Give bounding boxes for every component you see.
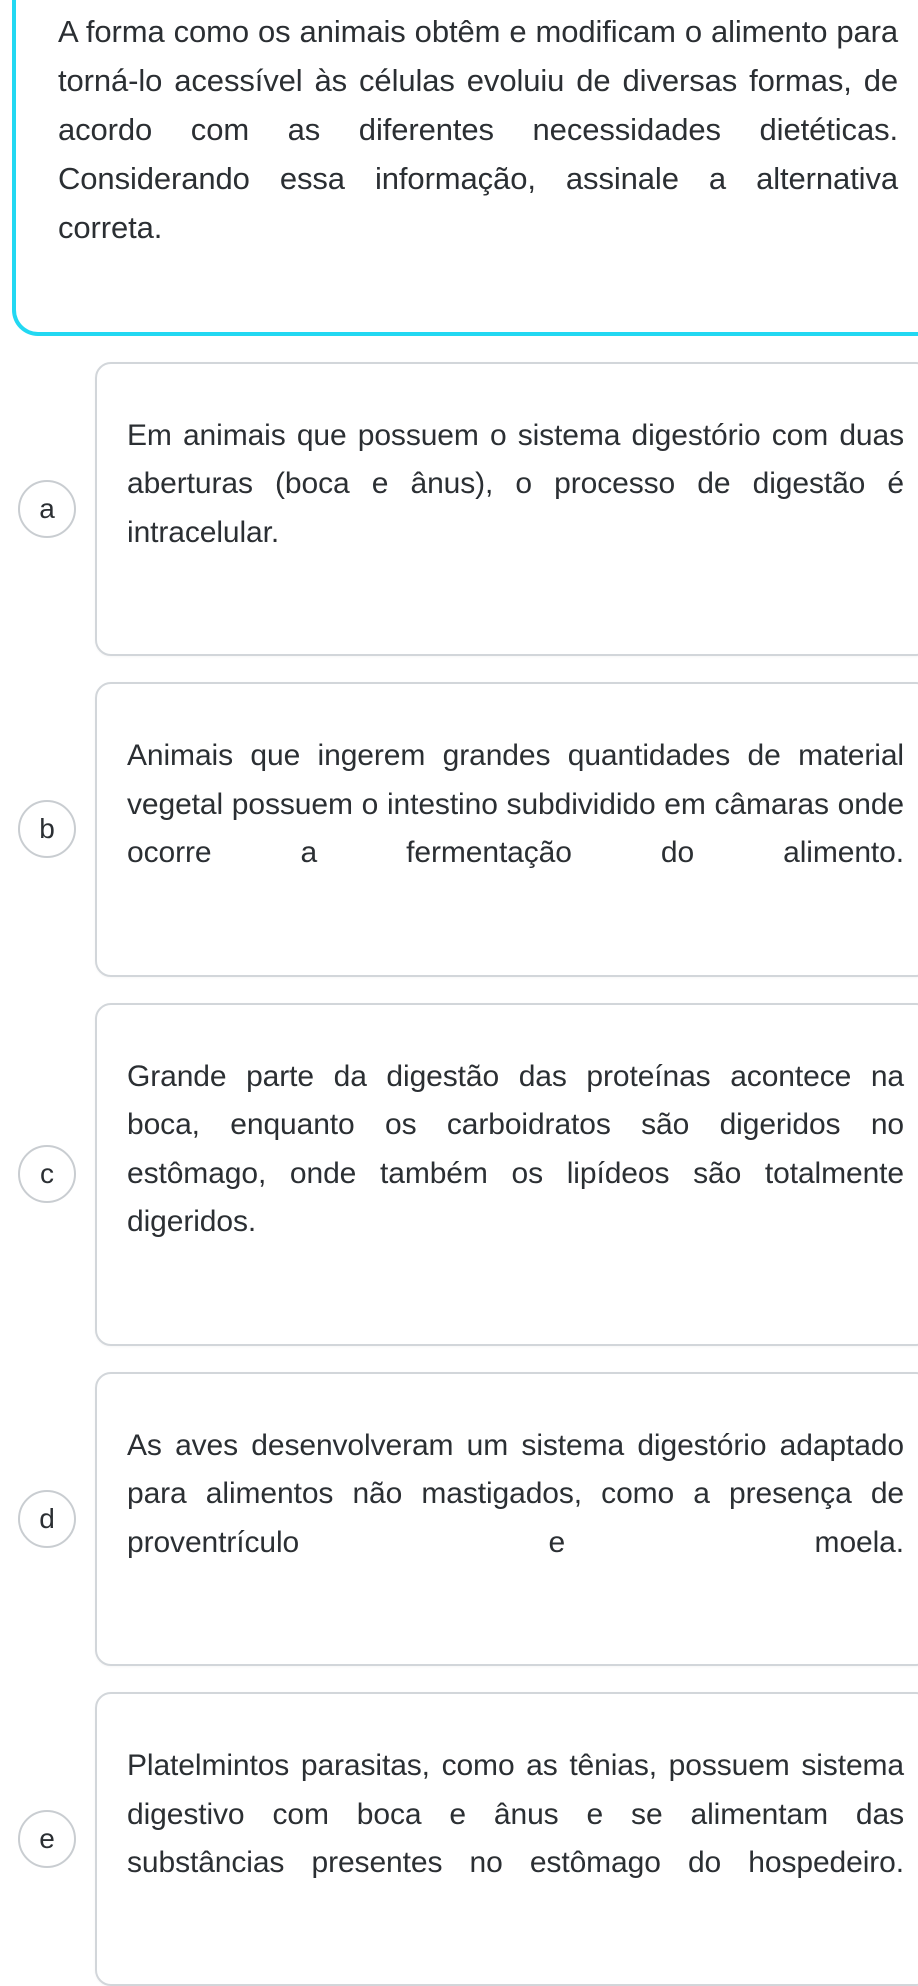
option-letter-circle-a[interactable]: a — [18, 480, 76, 538]
option-row-e[interactable]: e Platelmintos parasitas, como as tênias… — [0, 1691, 918, 1986]
options-list: a Em animais que possuem o sistema diges… — [0, 361, 918, 1986]
option-row-d[interactable]: d As aves desenvolveram um sistema diges… — [0, 1371, 918, 1666]
option-text-b: Animais que ingerem grandes quantidades … — [127, 739, 904, 870]
option-letter-label-d: d — [39, 1502, 55, 1534]
option-row-c[interactable]: c Grande parte da digestão das proteínas… — [0, 1002, 918, 1346]
option-letter-label-b: b — [39, 813, 55, 845]
option-card-a[interactable]: Em animais que possuem o sistema digestó… — [95, 361, 918, 657]
option-card-b[interactable]: Animais que ingerem grandes quantidades … — [95, 682, 918, 977]
option-letter-label-c: c — [40, 1158, 54, 1190]
option-letter-circle-c[interactable]: c — [18, 1145, 76, 1204]
option-letter-label-e: e — [39, 1823, 55, 1855]
option-card-e[interactable]: Platelmintos parasitas, como as tênias, … — [95, 1691, 918, 1986]
option-card-d[interactable]: As aves desenvolveram um sistema digestó… — [95, 1371, 918, 1666]
option-text-c: Grande parte da digestão das proteínas a… — [127, 1059, 904, 1239]
option-text-a: Em animais que possuem o sistema digestó… — [127, 418, 904, 549]
option-text-e: Platelmintos parasitas, como as tênias, … — [127, 1748, 904, 1880]
option-text-d: As aves desenvolveram um sistema digestó… — [127, 1428, 904, 1559]
option-card-c[interactable]: Grande parte da digestão das proteínas a… — [95, 1002, 918, 1346]
option-row-b[interactable]: b Animais que ingerem grandes quantidade… — [0, 682, 918, 977]
option-letter-label-a: a — [39, 493, 55, 524]
option-row-a[interactable]: a Em animais que possuem o sistema diges… — [0, 361, 918, 657]
option-letter-circle-d[interactable]: d — [18, 1489, 76, 1548]
question-statement-block: A forma como os animais obtêm e modifica… — [12, 0, 918, 336]
option-letter-circle-e[interactable]: e — [18, 1810, 76, 1869]
question-statement-text: A forma como os animais obtêm e modifica… — [58, 14, 898, 245]
option-letter-circle-b[interactable]: b — [18, 800, 76, 859]
